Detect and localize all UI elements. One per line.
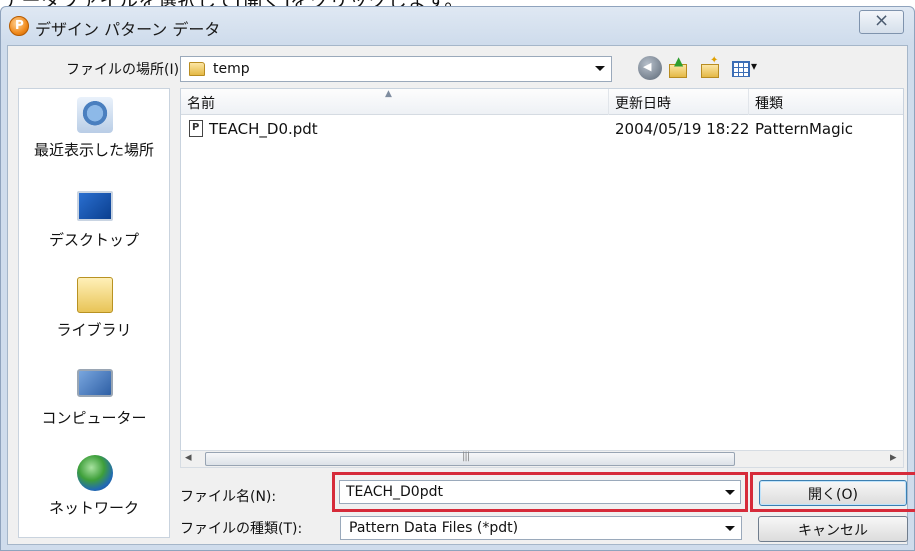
place-library[interactable]: ライブラリ	[19, 273, 169, 357]
place-desktop[interactable]: デスクトップ	[19, 183, 169, 267]
column-header-label: 名前	[187, 96, 215, 112]
place-label: ライブラリ	[56, 321, 132, 339]
folder-icon	[189, 62, 205, 76]
network-icon	[77, 455, 113, 491]
back-icon[interactable]	[638, 56, 662, 80]
open-button-highlight: 開く(O)	[750, 472, 915, 512]
file-name-label: ファイル名(N):	[180, 489, 277, 505]
new-folder-icon[interactable]	[698, 55, 722, 80]
dialog-client-area: ファイルの場所(I): temp 最近表示した場所 デスクトップ ライブラリ	[7, 45, 915, 545]
scrollbar-thumb[interactable]	[205, 451, 735, 466]
file-list-header: 名前 ▲ 更新日時 種類	[181, 89, 903, 115]
desktop-icon	[77, 191, 113, 221]
file-name-highlight	[332, 472, 748, 512]
look-in-value: temp	[213, 61, 250, 77]
library-icon	[77, 277, 113, 313]
place-network[interactable]: ネットワーク	[19, 451, 169, 535]
column-header-type[interactable]: 種類	[749, 89, 903, 115]
sort-ascending-icon: ▲	[385, 89, 392, 99]
file-list[interactable]: 名前 ▲ 更新日時 種類 TEACH_D0.pdt 2004/05/19 18:…	[180, 88, 904, 466]
file-type-select[interactable]: Pattern Data Files (*pdt)	[340, 516, 742, 540]
file-name: TEACH_D0.pdt	[209, 120, 318, 138]
place-label: デスクトップ	[48, 231, 139, 249]
places-bar: 最近表示した場所 デスクトップ ライブラリ コンピューター ネットワーク	[18, 88, 170, 538]
place-computer[interactable]: コンピューター	[19, 361, 169, 445]
file-open-dialog: デザイン パターン データ ファイルの場所(I): temp 最近表示した場所 …	[0, 6, 915, 551]
look-in-combobox[interactable]: temp	[180, 56, 612, 82]
scroll-left-icon[interactable]	[181, 450, 199, 467]
file-type-value: Pattern Data Files (*pdt)	[349, 520, 519, 536]
column-header-date[interactable]: 更新日時	[609, 89, 749, 115]
place-recent[interactable]: 最近表示した場所	[19, 93, 169, 177]
computer-icon	[77, 369, 113, 397]
file-date: 2004/05/19 18:22	[615, 120, 750, 138]
look-in-label: ファイルの場所(I):	[66, 62, 184, 78]
place-label: ネットワーク	[48, 499, 139, 517]
close-button[interactable]	[859, 10, 904, 34]
chevron-down-icon[interactable]	[725, 490, 735, 495]
file-type: PatternMagic	[755, 120, 854, 138]
chevron-down-icon[interactable]	[595, 66, 605, 71]
pdt-file-icon	[189, 120, 203, 137]
column-header-name[interactable]: 名前 ▲	[181, 89, 609, 115]
place-label: コンピューター	[41, 409, 147, 427]
horizontal-scrollbar[interactable]	[180, 450, 904, 468]
chevron-down-icon[interactable]	[725, 526, 735, 531]
up-folder-icon[interactable]	[666, 54, 690, 80]
file-name-input[interactable]	[339, 480, 741, 504]
open-button[interactable]: 開く(O)	[759, 480, 907, 506]
title-bar: デザイン パターン データ	[1, 7, 914, 45]
file-row[interactable]: TEACH_D0.pdt 2004/05/19 18:22 PatternMag…	[181, 117, 903, 141]
place-label: 最近表示した場所	[33, 141, 154, 159]
file-type-label: ファイルの種類(T):	[180, 521, 303, 537]
cancel-button[interactable]: キャンセル	[758, 516, 908, 542]
dialog-title: デザイン パターン データ	[35, 20, 221, 39]
recent-places-icon	[77, 97, 113, 133]
scroll-right-icon[interactable]	[885, 450, 903, 467]
app-icon	[9, 16, 29, 36]
view-menu-icon[interactable]	[730, 56, 764, 80]
